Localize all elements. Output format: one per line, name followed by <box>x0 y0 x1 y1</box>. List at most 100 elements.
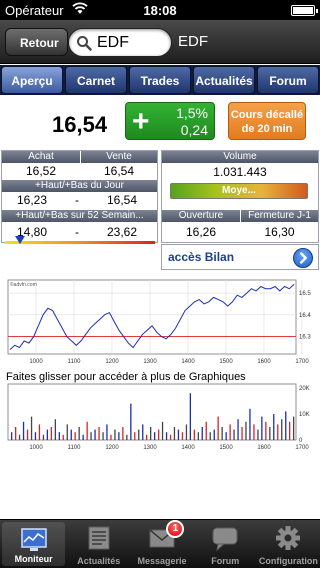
fermeture-value: 16,30 <box>264 225 295 239</box>
volume-bar <box>82 434 84 440</box>
volume-bar <box>237 419 239 440</box>
x-tick-label: 1000 <box>29 445 43 451</box>
tab-actualites-bottom[interactable]: Actualités <box>67 520 130 568</box>
x-tick-label: 1400 <box>181 445 195 451</box>
ouverture-value: 16,26 <box>185 225 217 239</box>
tab-configuration-label: Configuration <box>258 556 318 566</box>
volume-bar <box>50 427 52 440</box>
volume-bar <box>189 393 191 440</box>
unread-badge: 1 <box>166 520 185 538</box>
app-screen: Opérateur 18:08 Retour EDF EDF Aperçu Ca… <box>0 0 320 568</box>
volume-bar <box>249 408 251 440</box>
intraday-price-chart[interactable]: 1000 1100 1200 1300 1400 1500 1600 1700 16.5 16.4… <box>0 272 320 368</box>
volume-bar <box>106 424 108 440</box>
navigation-bar: Retour EDF EDF <box>0 20 320 64</box>
volume-bar <box>217 416 219 440</box>
newspaper-icon <box>88 526 110 550</box>
y-tick-label: 20K <box>299 386 310 392</box>
volume-bar <box>269 427 271 440</box>
vente-value: 16,54 <box>103 164 135 178</box>
change-absolute: 0,24 <box>180 122 208 138</box>
volume-bar <box>265 421 267 440</box>
volume-bar <box>221 427 223 440</box>
volume-bar <box>46 429 48 440</box>
volume-bar <box>30 416 33 440</box>
volume-bar <box>285 411 287 440</box>
volume-bar <box>58 432 60 440</box>
volume-bar <box>233 429 235 440</box>
volume-bar <box>122 427 124 440</box>
volume-bar <box>110 434 112 440</box>
fermeture-label: Fermeture J-1 <box>241 210 318 222</box>
last-price: 16,54 <box>52 112 108 137</box>
volume-bar <box>134 432 136 440</box>
tab-forum-bottom[interactable]: Forum <box>194 520 257 568</box>
volume-bar <box>181 432 184 440</box>
tab-messagerie[interactable]: 1 Messagerie <box>130 520 193 568</box>
tab-trades[interactable]: Trades <box>129 66 191 94</box>
volume-bar <box>185 424 188 440</box>
volume-bar <box>54 419 56 440</box>
tab-forum[interactable]: Forum <box>257 66 319 94</box>
volume-bar <box>209 432 211 440</box>
x-tick-label: 1000 <box>29 359 43 365</box>
volume-bar <box>70 429 72 440</box>
tab-forum-label: Forum <box>211 556 240 566</box>
x-tick-label: 1700 <box>295 445 309 451</box>
achat-value: 16,52 <box>25 164 57 178</box>
plot-area <box>7 279 297 355</box>
volume-bar <box>161 421 164 440</box>
volume-bar <box>150 427 152 440</box>
volume-gauge-label: Moye... <box>222 185 256 196</box>
swipe-hint: Faites glisser pour accéder à plus de Gr… <box>6 371 246 383</box>
volume-bar <box>273 414 275 440</box>
bilan-button[interactable]: accès Bilan <box>161 244 319 270</box>
volume-bar <box>245 421 247 440</box>
volume-bar <box>165 432 168 440</box>
tab-carnet[interactable]: Carnet <box>65 66 127 94</box>
back-button[interactable]: Retour <box>5 28 68 56</box>
volume-bar <box>94 429 96 440</box>
volume-bar <box>205 421 207 440</box>
search-input[interactable]: EDF <box>68 28 172 57</box>
volume-bar <box>90 432 92 440</box>
volume-bar <box>22 421 25 440</box>
volume-bar <box>225 432 227 440</box>
battery-icon <box>291 5 318 16</box>
volume-gauge: Moye... <box>170 183 308 199</box>
volume-bar <box>213 429 215 440</box>
volume-bar <box>154 432 156 440</box>
volume-bar <box>118 432 120 440</box>
tab-actualites[interactable]: Actualités <box>193 66 255 94</box>
week52-range-separator: - <box>75 225 79 239</box>
volume-bar <box>173 427 176 440</box>
week52-range-label: +Haut/+Bas sur 52 Semain... <box>2 210 157 222</box>
tab-configuration[interactable]: Configuration <box>257 520 320 568</box>
y-tick-label: 10K <box>299 412 310 418</box>
volume-bar <box>18 434 21 440</box>
week52-high-value: 23,62 <box>106 225 138 239</box>
volume-bar <box>158 429 160 440</box>
x-tick-label: 1100 <box>68 359 82 365</box>
volume-bar <box>11 432 13 440</box>
day-high-value: 16,54 <box>106 193 138 207</box>
page-title: EDF <box>178 33 208 50</box>
x-tick-label: 1700 <box>295 359 309 365</box>
search-value: EDF <box>97 34 129 51</box>
x-tick-label: 1600 <box>257 359 271 365</box>
volume-bar <box>102 432 104 440</box>
y-tick-label: 16.3 <box>299 335 311 341</box>
week52-gauge <box>5 241 155 244</box>
volume-bar <box>177 429 180 440</box>
volume-bar <box>193 429 195 440</box>
volume-bar <box>281 419 283 440</box>
tab-apercu[interactable]: Aperçu <box>1 66 63 94</box>
x-tick-label: 1300 <box>143 359 157 365</box>
day-range-label: +Haut/+Bas du Jour <box>2 180 157 192</box>
volume-bar <box>98 427 100 440</box>
week52-low-value: 14,80 <box>16 225 48 239</box>
volume-bar <box>277 424 279 440</box>
x-tick-label: 1300 <box>143 445 157 451</box>
volume-bar <box>26 429 29 440</box>
tab-moniteur[interactable]: Moniteur <box>2 522 66 566</box>
